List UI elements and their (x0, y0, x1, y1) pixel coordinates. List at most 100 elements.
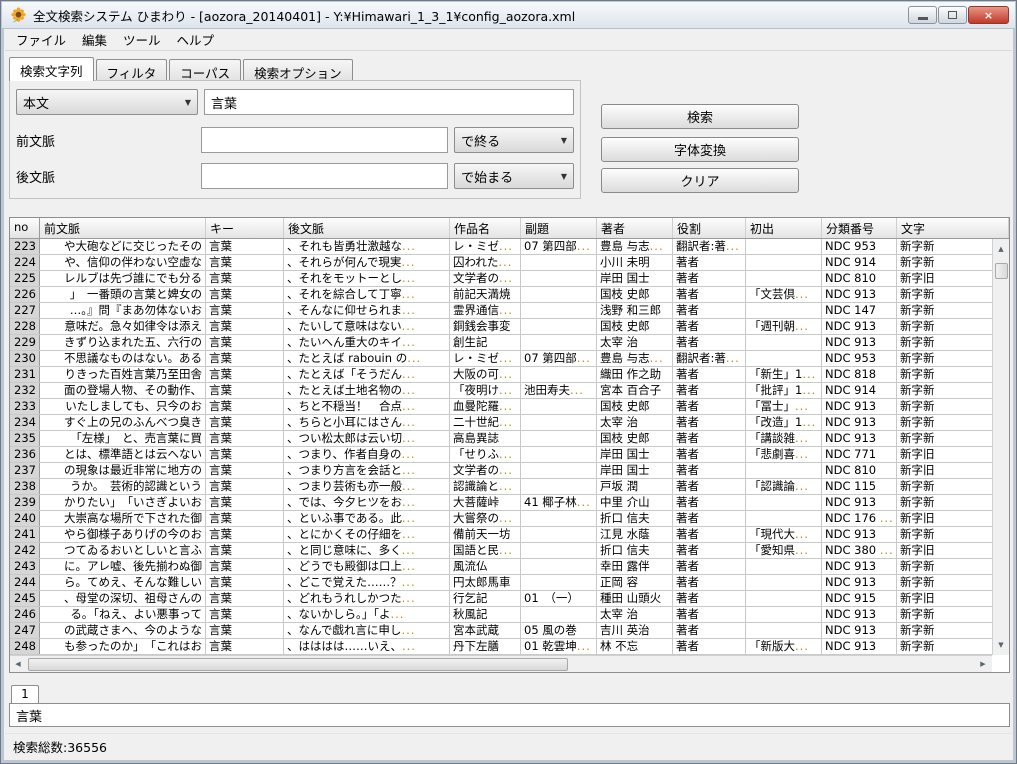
scroll-left-arrow-icon[interactable]: ◀ (10, 656, 26, 672)
cell-sub (521, 607, 597, 622)
column-header-7[interactable]: 役割 (673, 218, 746, 238)
truncation-ellipsis: ... (402, 287, 416, 301)
table-row[interactable]: 247の武蔵さまへ、今のような言葉、なんで戯れ言に申し...宮本武蔵05 風の巻… (10, 623, 1009, 639)
column-header-9[interactable]: 分類番号 (822, 218, 897, 238)
column-header-10[interactable]: 文字 (897, 218, 1009, 238)
table-row[interactable]: 230不思議なものはない。ある言葉、たとえば rabouin の...レ・ミゼ.… (10, 351, 1009, 367)
table-row[interactable]: 236とは、標準語とは云へない言葉、つまり、作者自身の...「せりふ...岸田 … (10, 447, 1009, 463)
selected-key-field[interactable] (9, 703, 1010, 727)
menu-edit[interactable]: 編集 (75, 28, 114, 51)
table-body: 223や大砲などに交じったその言葉、それも皆勇壮激越な...レ・ミゼ...07 … (10, 239, 1009, 655)
cell-key: 言葉 (206, 463, 284, 478)
column-header-3[interactable]: 後文脈 (284, 218, 450, 238)
table-row[interactable]: 237の現象は最近非常に地方の言葉、つまり方言を会話と...文学者の...岸田 … (10, 463, 1009, 479)
column-header-5[interactable]: 副題 (521, 218, 597, 238)
column-header-2[interactable]: キー (206, 218, 284, 238)
cell-post: 、つまり芸術も亦一般... (284, 479, 450, 494)
truncation-ellipsis: ... (402, 559, 416, 573)
column-header-8[interactable]: 初出 (746, 218, 822, 238)
post-context-label: 後文脈 (16, 167, 73, 186)
cell-work: 霊界通信... (450, 303, 521, 318)
table-row[interactable]: 238うか。 芸術的認識という言葉、つまり芸術も亦一般...認識論と...戸坂 … (10, 479, 1009, 495)
table-row[interactable]: 231りきった百姓言葉乃至田舎言葉、たとえば「そうだん...大阪の可...織田 … (10, 367, 1009, 383)
cell-role: 著者 (673, 463, 746, 478)
cell-sub (521, 559, 597, 574)
close-button[interactable]: × (968, 6, 1009, 24)
cell-ndc: NDC 913 (822, 527, 897, 542)
cell-auth: 浅野 和三郎 (597, 303, 673, 318)
menu-file[interactable]: ファイル (9, 28, 73, 51)
cell-pre: も参ったのか」 「これはお (40, 639, 206, 654)
table-row[interactable]: 241やら御様子ありげの今のお言葉、とにかくその仔細を...備前天一坊江見 水蔭… (10, 527, 1009, 543)
minimize-button[interactable] (908, 6, 937, 24)
table-row[interactable]: 224や、信仰の伴わない空虚な言葉、それらが何んで現実...囚われた...小川 … (10, 255, 1009, 271)
table-row[interactable]: 232面の登場人物、その動作、言葉、たとえば土地名物の...「夜明け...池田寿… (10, 383, 1009, 399)
table-row[interactable]: 244ら。てめえ、そんな難しい言葉、どこで覚えた……？...円太郎馬車正岡 容著… (10, 575, 1009, 591)
cell-key: 言葉 (206, 399, 284, 414)
pre-context-mode-select[interactable]: で終る ▼ (454, 127, 574, 153)
vertical-scrollbar-thumb[interactable] (995, 263, 1008, 279)
table-row[interactable]: 240大崇高な場所で下された御言葉、といふ事である。此...大嘗祭の...折口 … (10, 511, 1009, 527)
truncation-ellipsis: ... (726, 351, 740, 365)
table-row[interactable]: 233いたしましても、只今のお言葉、ちと不穏当！ 合点...血曼陀羅...国枝 … (10, 399, 1009, 415)
table-row[interactable]: 226」 一番頭の言葉と婢女の言葉、それを綜合して丁寧...前記天満焼国枝 史郎… (10, 287, 1009, 303)
cell-work: 行乞記 (450, 591, 521, 606)
table-row[interactable]: 248も参ったのか」 「これはお言葉、はははは……いえ、...丹下左膳01 乾雲… (10, 639, 1009, 655)
query-input[interactable] (204, 89, 574, 115)
search-target-select[interactable]: 本文 ▼ (16, 89, 198, 115)
cell-first: 「現代大... (746, 527, 822, 542)
cell-post: 、たとえば土地名物の... (284, 383, 450, 398)
cell-work: 文学者の... (450, 271, 521, 286)
cell-auth: 幸田 露伴 (597, 559, 673, 574)
vertical-scrollbar[interactable]: ▲ ▼ (992, 239, 1009, 655)
scroll-right-arrow-icon[interactable]: ▶ (975, 656, 991, 672)
search-button[interactable]: 検索 (601, 104, 799, 129)
cell-sub (521, 255, 597, 270)
tab-corpus[interactable]: コーパス (169, 59, 241, 81)
result-tab-1[interactable]: 1 (11, 685, 39, 703)
tab-filter[interactable]: フィルタ (96, 59, 168, 81)
cell-key: 言葉 (206, 479, 284, 494)
column-header-0[interactable]: no (10, 218, 40, 238)
table-row[interactable]: 228意味だ。急々如律令は添え言葉、たいして意味はない...銅銭会事変国枝 史郎… (10, 319, 1009, 335)
cell-no: 241 (10, 527, 40, 542)
scroll-down-arrow-icon[interactable]: ▼ (993, 637, 1009, 653)
column-header-6[interactable]: 著者 (597, 218, 673, 238)
table-row[interactable]: 225レルブは先づ誰にでも分る言葉、それをモットーとし...文学者の...岸田 … (10, 271, 1009, 287)
cell-role: 著者 (673, 431, 746, 446)
column-header-4[interactable]: 作品名 (450, 218, 521, 238)
table-row[interactable]: 246る。「ねえ、よい悪事って言葉、ないかしら。」「よ...秋風記太宰 治著者N… (10, 607, 1009, 623)
maximize-button[interactable] (938, 6, 967, 24)
cell-sub: 05 風の巻 (521, 623, 597, 638)
horizontal-scrollbar[interactable]: ◀ ▶ (10, 655, 992, 672)
cell-auth: 岸田 国士 (597, 271, 673, 286)
table-row[interactable]: 223や大砲などに交じったその言葉、それも皆勇壮激越な...レ・ミゼ...07 … (10, 239, 1009, 255)
cell-ndc: NDC 380 ... (822, 543, 897, 558)
pre-context-input[interactable] (201, 127, 448, 153)
table-row[interactable]: 227…。』問『まあ勿体ないお言葉、そんなに仰せられま...霊界通信...浅野 … (10, 303, 1009, 319)
post-context-mode-select[interactable]: で始まる ▼ (454, 163, 574, 189)
post-context-input[interactable] (201, 163, 448, 189)
table-row[interactable]: 245、母堂の深切、祖母さんの言葉、どれもうれしかつた...行乞記01 （一）種… (10, 591, 1009, 607)
table-row[interactable]: 229きずり込まれた五、六行の言葉、たいへん重大のキイ...創生記太宰 治著者N… (10, 335, 1009, 351)
font-convert-button[interactable]: 字体変換 (601, 137, 799, 162)
truncation-ellipsis: ... (402, 303, 416, 317)
horizontal-scrollbar-thumb[interactable] (28, 658, 568, 671)
table-row[interactable]: 234すぐ上の兄のふんべつ臭き言葉、ちらと小耳にはさん...二十世紀...太宰 … (10, 415, 1009, 431)
table-row[interactable]: 243に。アレ嘘、後先揃わぬ御言葉、どうでも殿御は口上...風流仏幸田 露伴著者… (10, 559, 1009, 575)
column-header-1[interactable]: 前文脈 (40, 218, 206, 238)
cell-key: 言葉 (206, 543, 284, 558)
table-row[interactable]: 239かりたい」 「いさぎよいお言葉、では、今夕ヒツをお...大菩薩峠41 椰子… (10, 495, 1009, 511)
tab-search-string[interactable]: 検索文字列 (9, 57, 94, 81)
cell-post: 、たいして意味はない... (284, 319, 450, 334)
truncation-ellipsis: ... (795, 399, 809, 413)
clear-button[interactable]: クリア (601, 168, 799, 193)
table-row[interactable]: 235「左様」 と、売言葉に買言葉、つい松太郎は云い切...高島異誌国枝 史郎著… (10, 431, 1009, 447)
table-row[interactable]: 242つてゐるおいとしいと言ふ言葉、と同じ意味に、多く...国語と民...折口 … (10, 543, 1009, 559)
cell-post: 、どうでも殿御は口上... (284, 559, 450, 574)
scroll-up-arrow-icon[interactable]: ▲ (993, 241, 1009, 257)
menu-tools[interactable]: ツール (116, 28, 168, 51)
title-bar[interactable]: 全文検索システム ひまわり - [aozora_20140401] - Y:¥H… (2, 2, 1015, 29)
tab-search-options[interactable]: 検索オプション (243, 59, 353, 81)
menu-help[interactable]: ヘルプ (170, 28, 222, 51)
